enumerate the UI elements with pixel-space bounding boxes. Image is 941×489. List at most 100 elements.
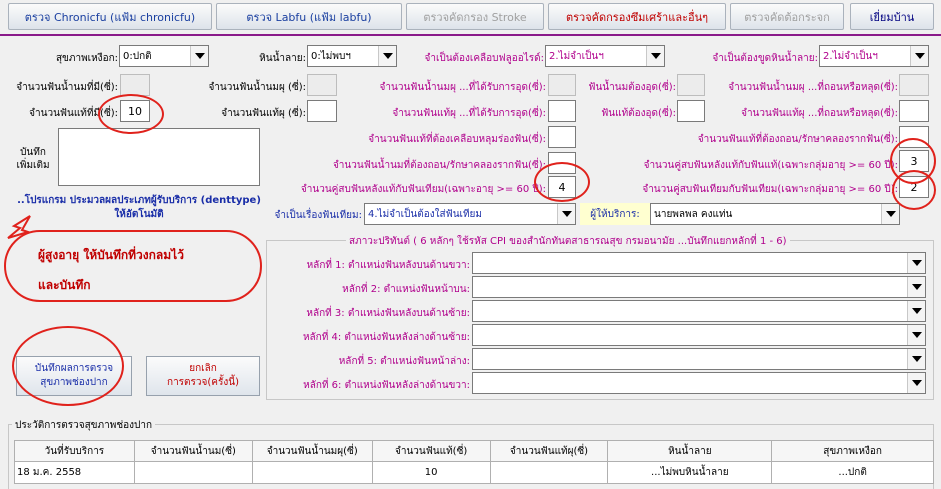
chevron-down-icon[interactable]	[881, 204, 899, 224]
fluoride-label: จำเป็นต้องเคลือบฟลูออไรด์:	[424, 53, 544, 64]
annotation-circle-save	[12, 326, 124, 406]
annotation-circle-perm-teeth	[98, 94, 164, 134]
cell-perm-decay	[489, 461, 609, 484]
chevron-down-icon[interactable]	[910, 46, 928, 66]
calculus-select[interactable]: 0:ไม่พบฯ	[307, 45, 397, 67]
history-table: วันที่รับบริการ จำนวนฟันน้ำนม(ซี่) จำนวน…	[14, 440, 934, 484]
denttype-info: ..โปรแกรม ประมวลผลประเภทผู้รับบริการ (de…	[17, 195, 261, 220]
pairs-mixed-label: จำนวนคู่สบฟันหลังแท้กับฟันเทียม(เฉพาะอาย…	[300, 184, 546, 195]
col-perm-decay[interactable]: จำนวนฟันแท้ผุ(ซี่)	[489, 440, 609, 462]
col-date[interactable]: วันที่รับบริการ	[14, 440, 135, 462]
chevron-down-icon[interactable]	[907, 325, 925, 345]
pairs-natural-label: จำนวนคู่สบฟันหลังแท้กับฟันแท้(เฉพาะกลุ่ม…	[643, 160, 898, 171]
pairs-denture-label: จำนวนคู่สบฟันเทียมกับฟันเทียม(เฉพาะกลุ่ม…	[642, 184, 898, 195]
scaling-value: 2.ไม่จำเป็นฯ	[823, 50, 878, 62]
calculus-value: 0:ไม่พบฯ	[311, 50, 351, 62]
primary-teeth-label: จำนวนฟันน้ำนมที่มี(ซี่):	[16, 82, 118, 93]
chevron-down-icon[interactable]	[557, 204, 575, 224]
table-row[interactable]: 18 ม.ค. 2558 10 ...ไม่พบหินน้ำลาย ...ปกต…	[14, 461, 934, 484]
cpi-row1-select[interactable]	[472, 252, 926, 274]
cpi-row4-label: หลักที่ 4: ตำแหน่งฟันหลังล่างด้านซ้าย:	[302, 332, 470, 343]
history-title: ประวัติการตรวจสุขภาพช่องปาก	[12, 418, 156, 433]
fluoride-value: 2.ไม่จำเป็นฯ	[549, 50, 604, 62]
gum-select[interactable]: 0:ปกติ	[119, 45, 209, 67]
tab-label: ตรวจคัดต้อกระจก	[744, 10, 830, 24]
perm-extracted-field[interactable]	[899, 100, 929, 122]
cancel-button-line1: ยกเลิก	[189, 363, 217, 374]
primary-filled-field[interactable]	[548, 74, 576, 96]
provider-value: นายพลพล คงแท่น	[654, 208, 733, 220]
primary-extracted-field[interactable]	[899, 74, 929, 96]
sealant-label: จำนวนฟันแท้ที่ต้องเคลือบหลุมร่องฟัน(ซี่)…	[368, 134, 546, 145]
col-perm[interactable]: จำนวนฟันแท้(ซี่)	[371, 440, 491, 462]
tab-labfu[interactable]: ตรวจ Labfu (แฟ้ม labfu)	[216, 3, 402, 30]
primary-decay-label: จำนวนฟันน้ำนมผุ (ซี่):	[208, 82, 306, 93]
cell-gum: ...ปกติ	[771, 461, 934, 484]
fluoride-select[interactable]: 2.ไม่จำเป็นฯ	[545, 45, 665, 67]
cell-primary-decay	[251, 461, 373, 484]
cpi-title: สภาวะปริทันต์ ( 6 หลักๆ ใช้รหัส CPI ของส…	[346, 234, 790, 249]
primary-teeth-field[interactable]	[120, 74, 150, 96]
tab-home-visit[interactable]: เยี่ยมบ้าน	[850, 3, 934, 30]
primary-need-fill-label: ฟันน้ำนมต้องอุด(ซี่):	[588, 82, 676, 93]
chevron-down-icon[interactable]	[646, 46, 664, 66]
perm-decay-field[interactable]	[307, 100, 337, 122]
chevron-down-icon[interactable]	[907, 253, 925, 273]
tab-label: เยี่ยมบ้าน	[869, 10, 915, 24]
cell-perm: 10	[371, 461, 491, 484]
header-divider	[0, 34, 941, 36]
gum-label: สุขภาพเหงือก:	[55, 53, 118, 64]
cell-calculus: ...ไม่พบหินน้ำลาย	[607, 461, 773, 484]
cpi-row6-label: หลักที่ 6: ตำแหน่งฟันหลังล่างด้านขวา:	[303, 380, 470, 391]
annotation-line2: และบันทึก	[38, 278, 91, 292]
tab-label: ตรวจ Labfu (แฟ้ม labfu)	[246, 10, 372, 24]
chevron-down-icon[interactable]	[907, 301, 925, 321]
cell-primary	[133, 461, 253, 484]
cpi-row2-label: หลักที่ 2: ตำแหน่งฟันหน้าบน:	[342, 284, 470, 295]
perm-need-fill-label: ฟันแท้ต้องอุด(ซี่):	[601, 108, 676, 119]
chevron-down-icon[interactable]	[907, 373, 925, 393]
tab-chronicfu[interactable]: ตรวจ Chronicfu (แฟ้ม chronicfu)	[8, 3, 212, 30]
perm-extracted-label: จำนวนฟันแท้ผุ ...ที่ถอนหรือหลุด(ซี่):	[741, 108, 898, 119]
primary-decay-field[interactable]	[307, 74, 337, 96]
cancel-button[interactable]: ยกเลิก การตรวจ(ครั้งนี้)	[146, 356, 260, 396]
col-calculus[interactable]: หินน้ำลาย	[607, 440, 773, 462]
perm-filled-field[interactable]	[548, 100, 576, 122]
cell-date: 18 ม.ค. 2558	[14, 461, 135, 484]
chevron-down-icon[interactable]	[907, 277, 925, 297]
calculus-label: หินน้ำลาย:	[259, 53, 306, 64]
tab-cataract[interactable]: ตรวจคัดต้อกระจก	[730, 3, 844, 30]
col-primary-decay[interactable]: จำนวนฟันน้ำนมผุ(ซี่)	[251, 440, 373, 462]
perm-decay-label: จำนวนฟันแท้ผุ (ซี่):	[221, 108, 306, 119]
denture-label: จำเป็นเรื่องฟันเทียม:	[274, 210, 363, 221]
note-textarea[interactable]	[58, 128, 260, 186]
col-gum[interactable]: สุขภาพเหงือก	[771, 440, 934, 462]
cpi-row6-select[interactable]	[472, 372, 926, 394]
scaling-select[interactable]: 2.ไม่จำเป็นฯ	[819, 45, 929, 67]
col-primary[interactable]: จำนวนฟันน้ำนม(ซี่)	[133, 440, 253, 462]
chevron-down-icon[interactable]	[190, 46, 208, 66]
cpi-row1-label: หลักที่ 1: ตำแหน่งฟันหลังบนด้านขวา:	[306, 260, 470, 271]
tab-stroke[interactable]: ตรวจคัดกรอง Stroke	[406, 3, 544, 30]
chevron-down-icon[interactable]	[378, 46, 396, 66]
perm-need-fill-field[interactable]	[677, 100, 705, 122]
denture-select[interactable]: 4.ไม่จำเป็นต้องใส่ฟันเทียม	[364, 203, 576, 225]
cpi-row5-select[interactable]	[472, 348, 926, 370]
sealant-field[interactable]	[548, 126, 576, 148]
provider-select[interactable]: นายพลพล คงแท่น	[650, 203, 900, 225]
tab-label: ตรวจคัดกรองซึมเศร้าและอื่นๆ	[565, 10, 709, 24]
history-header-row: วันที่รับบริการ จำนวนฟันน้ำนม(ซี่) จำนวน…	[14, 440, 934, 462]
tab-label: ตรวจ Chronicfu (แฟ้ม chronicfu)	[24, 10, 196, 24]
cpi-row4-select[interactable]	[472, 324, 926, 346]
cpi-row2-select[interactable]	[472, 276, 926, 298]
annotation-circle-pairs-denture	[892, 170, 936, 210]
scaling-label: จำเป็นต้องขูดหินน้ำลาย:	[712, 53, 818, 64]
primary-need-fill-field[interactable]	[677, 74, 705, 96]
chevron-down-icon[interactable]	[907, 349, 925, 369]
tab-depression[interactable]: ตรวจคัดกรองซึมเศร้าและอื่นๆ	[548, 3, 726, 30]
provider-label: ผู้ให้บริการ:	[580, 203, 650, 225]
cpi-row3-select[interactable]	[472, 300, 926, 322]
primary-extract-need-label: จำนวนฟันน้ำนมที่ต้องถอน/รักษาคลองรากฟัน(…	[332, 160, 546, 171]
perm-filled-label: จำนวนฟันแท้ผุ ...ที่ได้รับการอุด(ซี่):	[392, 108, 546, 119]
annotation-circle-pairs-mixed	[534, 162, 590, 202]
